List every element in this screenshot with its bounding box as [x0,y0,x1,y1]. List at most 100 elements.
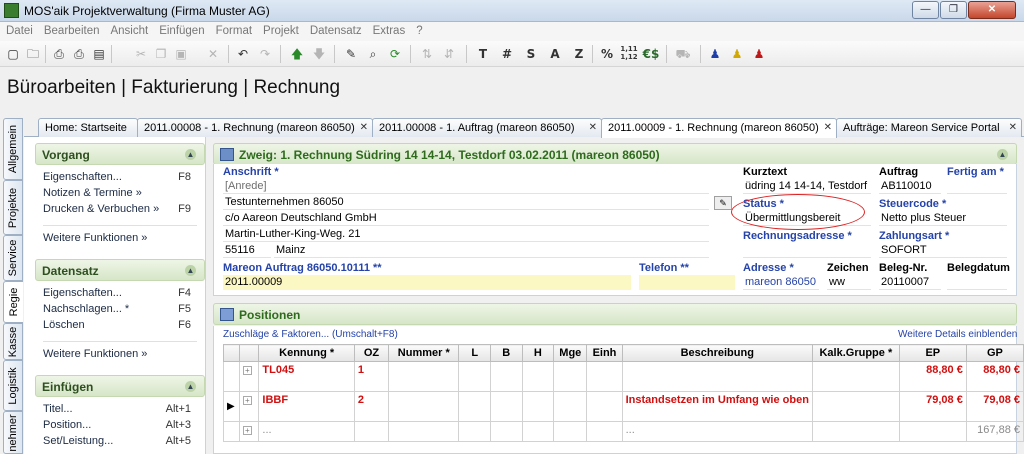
expand-icon[interactable]: + [242,426,252,435]
col-l[interactable]: L [458,344,491,362]
close-tab-icon[interactable]: ✕ [824,122,832,133]
cell-mge[interactable] [553,421,588,442]
tab-auftraege-mareon[interactable]: Aufträge: Mareon Service Portal ✕ [836,118,1022,137]
preview-icon[interactable]: ▤ [90,45,108,63]
action-titel[interactable]: Titel... Alt+1 [35,403,205,419]
cell-einh[interactable] [586,421,623,442]
sort-icon[interactable]: ⇅ [418,45,436,63]
cell-oz[interactable] [353,421,390,442]
format-decimal-button[interactable]: 1,11 1,12 [620,45,638,63]
action-loeschen[interactable]: Löschen F6 [35,319,205,335]
zeichen-field[interactable]: ww [827,275,871,290]
cell-beschreibung[interactable]: ... [621,421,813,442]
maximize-button[interactable]: ❐ [940,1,967,19]
expander-cell[interactable]: + [238,391,260,422]
col-einh[interactable]: Einh [586,344,623,362]
cell-h[interactable] [521,361,555,392]
undo-icon[interactable]: ↶ [234,45,252,63]
action-eigenschaften[interactable]: Eigenschaften... F8 [35,171,205,187]
tab-rechnung-00008[interactable]: 2011.00008 - 1. Rechnung (mareon 86050) ✕ [137,118,373,137]
cell-ep[interactable]: 88,80 € [898,361,967,392]
cell-kennung[interactable]: IBBF [258,391,355,422]
cell-mge[interactable] [553,391,588,422]
format-percent-button[interactable]: % [598,45,616,63]
fertig-am-field[interactable] [947,179,1007,194]
menu-einfuegen[interactable]: Einfügen [153,22,209,37]
print-preview-icon[interactable]: ⎙ [50,45,68,63]
col-mge[interactable]: Mge [553,344,588,362]
adresse-field[interactable]: mareon 86050 [743,275,819,290]
menu-bearbeiten[interactable]: Bearbeiten [38,22,105,37]
minimize-button[interactable]: — [912,1,939,19]
expand-icon[interactable]: + [242,366,252,375]
refresh-icon[interactable]: ⟳ [386,45,404,63]
print-icon[interactable]: ⎙ [70,45,88,63]
beleg-nr-field[interactable]: 20110007 [879,275,941,290]
cell-gp[interactable]: 167,88 € [965,421,1024,442]
action-notizen-termine[interactable]: Notizen & Termine » [35,187,205,203]
vtab-unternehmer[interactable]: nehmer [3,411,23,454]
vtab-logistik[interactable]: Logistik [3,360,23,411]
format-currency-button[interactable]: €$ [642,45,660,63]
table-row[interactable]: + TL045 1 88,80 € 88,80 € [223,361,1024,392]
zahlungsart-field[interactable]: SOFORT [879,243,1007,258]
cell-h[interactable] [521,421,555,442]
cut-icon[interactable]: ✂ [132,45,150,63]
cell-b[interactable] [489,421,523,442]
cell-einh[interactable] [586,391,623,422]
col-ep[interactable]: EP [898,344,967,362]
menu-datensatz[interactable]: Datensatz [304,22,367,37]
menu-ansicht[interactable]: Ansicht [104,22,153,37]
cell-kennung[interactable]: ... [258,421,355,442]
action-drucken-verbuchen[interactable]: Drucken & Verbuchen » F9 [35,203,205,219]
cell-kalk-gruppe[interactable] [811,421,900,442]
action-nachschlagen[interactable]: Nachschlagen... * F5 [35,303,205,319]
co-field[interactable]: c/o Aareon Deutschland GmbH [223,211,709,226]
section-header[interactable]: Einfügen ▲ [35,375,205,397]
menu-format[interactable]: Format [210,22,257,37]
close-tab-icon[interactable]: ✕ [1009,122,1017,133]
tab-auftrag-00008[interactable]: 2011.00008 - 1. Auftrag (mareon 86050) ✕ [372,118,602,137]
action-set-leistung[interactable]: Set/Leistung... Alt+5 [35,435,205,451]
cell-gp[interactable]: 79,08 € [965,391,1024,422]
kurztext-field[interactable]: üdring 14 14-14, Testdorf [743,179,871,194]
cell-b[interactable] [489,361,523,392]
zuschlaege-link[interactable]: Zuschläge & Faktoren... (Umschalt+F8) [223,329,398,340]
action-weitere-funktionen[interactable]: Weitere Funktionen » [35,232,205,248]
format-z-button[interactable]: Z [570,45,588,63]
copy-icon[interactable]: ❐ [152,45,170,63]
tab-home[interactable]: Home: Startseite [38,118,138,137]
action-weitere-funktionen-datensatz[interactable]: Weitere Funktionen » [35,348,205,364]
sort-desc-icon[interactable]: ⇵ [440,45,458,63]
collapse-icon[interactable]: ▲ [185,381,196,392]
cell-nummer[interactable] [388,361,460,392]
arrow-down-icon[interactable]: 🡇 [310,45,328,63]
cell-beschreibung[interactable] [621,361,813,392]
cell-oz[interactable]: 1 [353,361,390,392]
cell-b[interactable] [489,391,523,422]
cell-l[interactable] [458,361,491,392]
user-blue-icon[interactable]: ♟ [706,45,724,63]
collapse-icon[interactable]: ▲ [185,265,196,276]
tab-rechnung-00009[interactable]: 2011.00009 - 1. Rechnung (mareon 86050) ✕ [601,118,837,138]
user-yellow-icon[interactable]: ♟ [728,45,746,63]
vtab-kasse[interactable]: Kasse [3,323,23,360]
new-icon[interactable]: ▢ [4,45,22,63]
mareon-auftrag-field[interactable]: 2011.00009 [223,275,631,290]
cell-gp[interactable]: 88,80 € [965,361,1024,392]
steuercode-field[interactable]: Netto plus Steuer [879,211,1007,226]
rechnungsadresse-field[interactable] [743,243,871,258]
menu-extras[interactable]: Extras [367,22,411,37]
col-beschreibung[interactable]: Beschreibung [621,344,813,362]
section-header[interactable]: Vorgang ▲ [35,143,205,165]
col-nummer[interactable]: Nummer * [388,344,460,362]
row-selector[interactable] [223,421,240,442]
col-oz[interactable]: OZ [353,344,390,362]
cell-kalk-gruppe[interactable] [811,391,900,422]
cell-l[interactable] [458,421,491,442]
telefon-field[interactable] [639,275,735,290]
action-position[interactable]: Position... Alt+3 [35,419,205,435]
auftrag-field[interactable]: AB110010 [879,179,941,194]
format-a-button[interactable]: A [546,45,564,63]
menu-projekt[interactable]: Projekt [257,22,304,37]
